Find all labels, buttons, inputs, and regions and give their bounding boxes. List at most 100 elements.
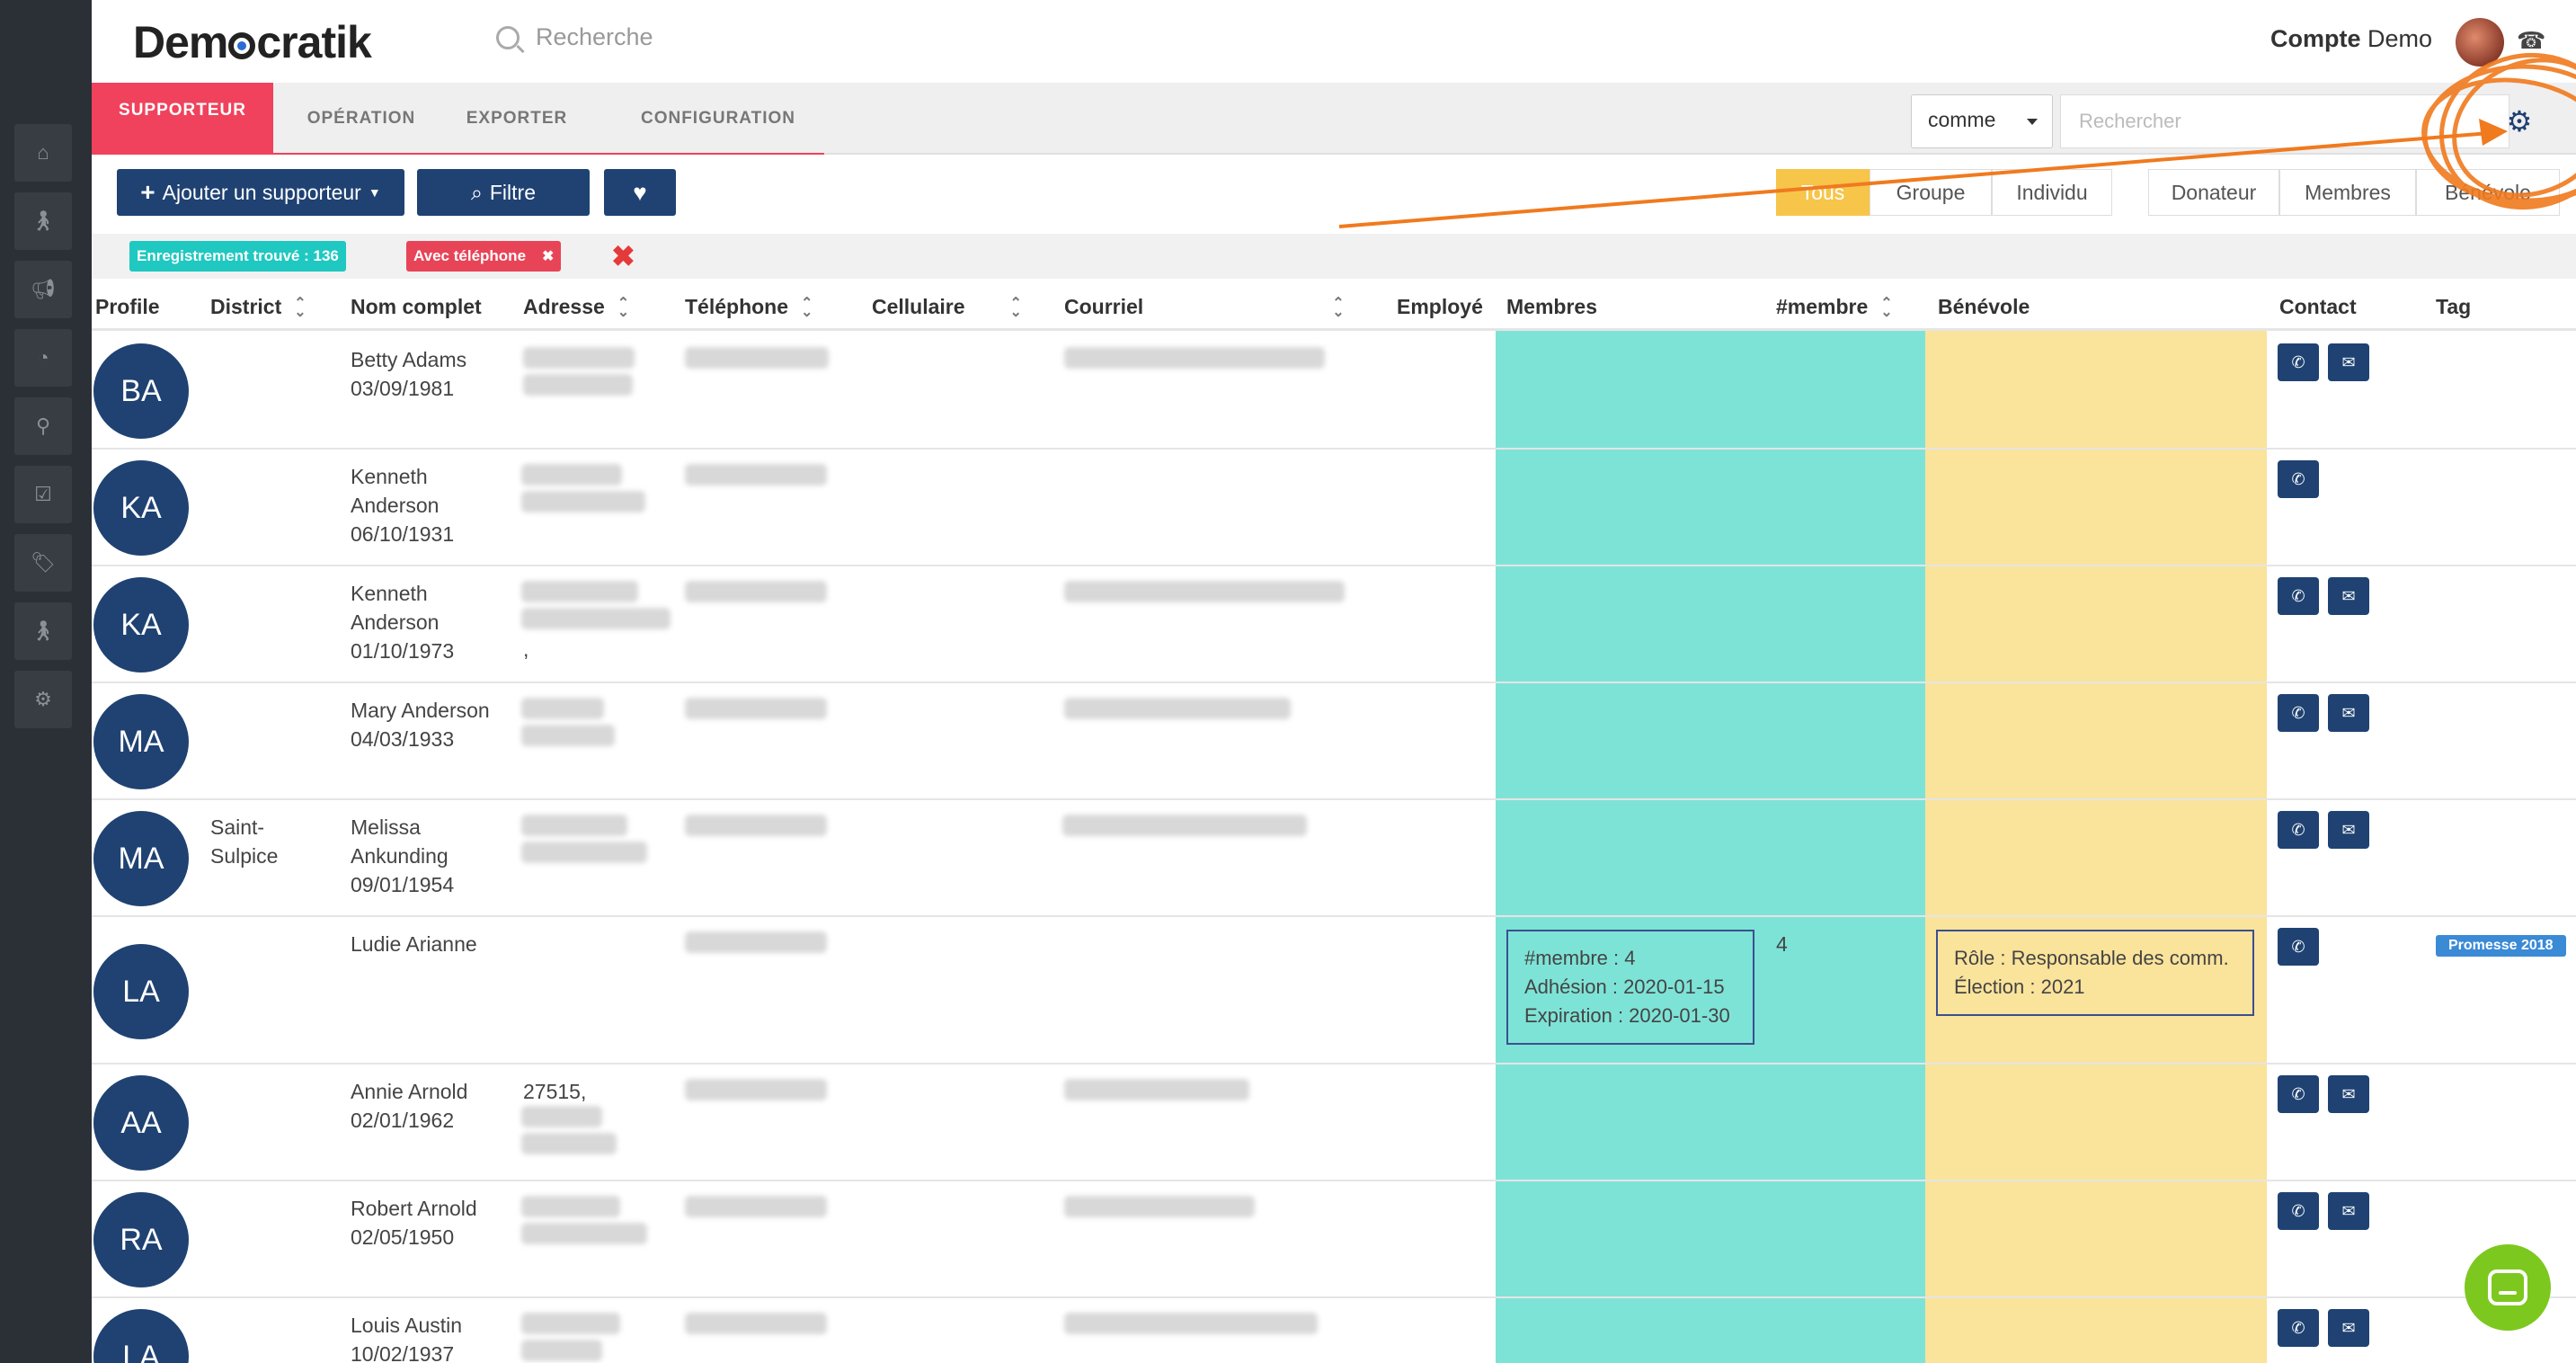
avatar[interactable]: LA: [93, 944, 189, 1039]
tab-supporteur[interactable]: SUPPORTEUR: [92, 83, 273, 155]
segment-tous[interactable]: Tous: [1776, 169, 1870, 216]
phone-icon[interactable]: ✆: [2278, 694, 2319, 732]
pie-chart-icon[interactable]: ◔: [14, 329, 72, 387]
tag-badge[interactable]: Promesse 2018: [2436, 935, 2566, 957]
phone-icon[interactable]: ✆: [2278, 1192, 2319, 1230]
avatar[interactable]: LA: [93, 1309, 189, 1363]
name-cell[interactable]: Mary Anderson 04/03/1933: [351, 696, 490, 753]
col-district[interactable]: District ⌃ ⌄: [210, 295, 306, 319]
redacted-email: [1064, 1313, 1318, 1334]
close-icon[interactable]: ✖: [542, 247, 554, 265]
email-icon[interactable]: ✉: [2328, 577, 2369, 615]
col-membre-count[interactable]: #membre ⌃ ⌄: [1776, 295, 1893, 319]
table-row[interactable]: LA Louis Austin 10/02/1937 ✆ ✉: [92, 1298, 2576, 1363]
add-supporter-button[interactable]: + Ajouter un supporteur ▼: [117, 169, 404, 216]
name-cell[interactable]: Melissa Ankunding 09/01/1954: [351, 813, 454, 899]
name-cell[interactable]: Betty Adams 03/09/1981: [351, 345, 466, 403]
home-icon[interactable]: ⌂: [14, 124, 72, 182]
avatar[interactable]: RA: [93, 1192, 189, 1287]
col-adresse[interactable]: Adresse ⌃ ⌄: [523, 295, 629, 319]
phone-icon[interactable]: ✆: [2278, 460, 2319, 498]
phone-icon[interactable]: ✆: [2278, 1075, 2319, 1113]
name-cell[interactable]: Louis Austin 10/02/1937: [351, 1311, 462, 1363]
account-label[interactable]: Compte Demo: [2270, 25, 2432, 53]
search-mode-select[interactable]: comme: [1911, 94, 2053, 148]
avatar[interactable]: KA: [93, 460, 189, 556]
header-search[interactable]: Recherche: [496, 23, 653, 51]
favorite-button[interactable]: ♥: [604, 169, 676, 216]
redacted-email: [1064, 698, 1291, 719]
segment-individu[interactable]: Individu: [1992, 169, 2112, 216]
checkbox-icon[interactable]: ☑: [14, 466, 72, 523]
avatar[interactable]: MA: [93, 811, 189, 906]
phone-filter-badge[interactable]: Avec téléphone ✖: [406, 241, 562, 272]
col-cellulaire[interactable]: Cellulaire ⌃ ⌄: [872, 295, 1022, 319]
avatar[interactable]: BA: [93, 343, 189, 439]
tab-operation[interactable]: OPÉRATION: [289, 83, 433, 155]
name-cell[interactable]: Robert Arnold 02/05/1950: [351, 1194, 477, 1252]
email-icon[interactable]: ✉: [2328, 1192, 2369, 1230]
sort-icon[interactable]: ⌃ ⌄: [801, 296, 813, 319]
table-row[interactable]: MA Mary Anderson 04/03/1933 ✆ ✉: [92, 683, 2576, 800]
phone-icon[interactable]: ✆: [2278, 343, 2319, 381]
redacted-phone: [685, 464, 827, 486]
top-header: Dem cratik Recherche Compte Demo ☎︎: [92, 0, 2576, 83]
email-icon[interactable]: ✉: [2328, 694, 2369, 732]
table-row[interactable]: BA Betty Adams 03/09/1981 ✆ ✉: [92, 333, 2576, 450]
name-cell[interactable]: Kenneth Anderson 01/10/1973: [351, 579, 454, 665]
avatar[interactable]: AA: [93, 1075, 189, 1171]
filter-button[interactable]: ⌕ Filtre: [417, 169, 590, 216]
email-icon[interactable]: ✉: [2328, 343, 2369, 381]
table-row[interactable]: MA Saint- Sulpice Melissa Ankunding 09/01/19…: [92, 800, 2576, 917]
segment-groupe[interactable]: Groupe: [1870, 169, 1992, 216]
chat-icon: [2488, 1269, 2527, 1305]
email-icon[interactable]: ✉: [2328, 811, 2369, 849]
phone-icon[interactable]: ✆: [2278, 811, 2319, 849]
email-icon[interactable]: ✉: [2328, 1309, 2369, 1347]
tab-exporter[interactable]: EXPORTER: [449, 83, 584, 155]
redacted-phone: [685, 931, 827, 953]
tag-icon[interactable]: 🏷︎: [14, 534, 72, 592]
phone-list-icon[interactable]: ☎︎: [2517, 27, 2549, 54]
phone-icon[interactable]: ✆: [2278, 1309, 2319, 1347]
table-row[interactable]: KA Kenneth Anderson 01/10/1973, ✆ ✉: [92, 566, 2576, 683]
sort-icon[interactable]: ⌃ ⌄: [1010, 296, 1022, 319]
redacted-phone: [685, 1196, 827, 1217]
table-row[interactable]: KA Kenneth Anderson 06/10/1931 ✆: [92, 450, 2576, 566]
name-cell[interactable]: Ludie Arianne: [351, 930, 477, 958]
brand-logo[interactable]: Dem cratik: [133, 16, 372, 68]
table-row[interactable]: LA Ludie Arianne #membre : 4 Adhésion : 202…: [92, 917, 2576, 1065]
gear-icon[interactable]: ⚙: [2497, 99, 2542, 144]
segment-donateur[interactable]: Donateur: [2148, 169, 2279, 216]
col-nom-complet[interactable]: Nom complet: [351, 295, 482, 319]
sort-icon[interactable]: ⌃ ⌄: [617, 296, 629, 319]
tab-configuration[interactable]: CONFIGURATION: [613, 83, 823, 155]
map-pin-icon[interactable]: ⚲: [14, 397, 72, 455]
sort-icon[interactable]: ⌃ ⌄: [1880, 296, 1892, 319]
col-courriel[interactable]: Courriel ⌃ ⌄: [1064, 295, 1345, 319]
segment-benevole[interactable]: Bénévole: [2416, 169, 2560, 216]
sort-icon[interactable]: ⌃ ⌄: [294, 296, 306, 319]
avatar[interactable]: [2456, 18, 2504, 67]
person-icon[interactable]: 🚶︎: [14, 602, 72, 660]
megaphone-icon[interactable]: 📢︎: [14, 261, 72, 318]
sort-icon[interactable]: ⌃ ⌄: [1332, 296, 1344, 319]
col-telephone[interactable]: Téléphone ⌃ ⌄: [685, 295, 813, 319]
redacted-address: [521, 1313, 620, 1334]
name-cell[interactable]: Annie Arnold 02/01/1962: [351, 1077, 467, 1135]
phone-icon[interactable]: ✆: [2278, 928, 2319, 966]
table-row[interactable]: RA Robert Arnold 02/05/1950 ✆ ✉: [92, 1181, 2576, 1298]
header-search-input[interactable]: Recherche: [536, 23, 653, 51]
table-search-input[interactable]: Rechercher: [2060, 94, 2509, 148]
chat-launcher-button[interactable]: [2465, 1244, 2551, 1331]
name-cell[interactable]: Kenneth Anderson 06/10/1931: [351, 462, 454, 548]
avatar[interactable]: MA: [93, 694, 189, 789]
phone-icon[interactable]: ✆: [2278, 577, 2319, 615]
clear-filters-icon[interactable]: ✖: [611, 239, 635, 273]
person-icon[interactable]: 🚶︎: [14, 192, 72, 250]
segment-membres[interactable]: Membres: [2279, 169, 2416, 216]
avatar[interactable]: KA: [93, 577, 189, 673]
gear-icon[interactable]: ⚙: [14, 671, 72, 728]
email-icon[interactable]: ✉: [2328, 1075, 2369, 1113]
table-row[interactable]: AA Annie Arnold 02/01/1962 27515, ✆ ✉: [92, 1065, 2576, 1181]
